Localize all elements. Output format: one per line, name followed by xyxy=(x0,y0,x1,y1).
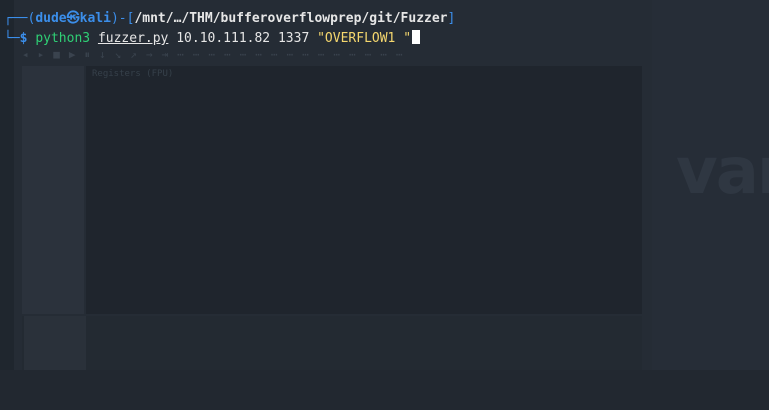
prompt-host: kali xyxy=(79,11,111,26)
stack-address-column xyxy=(24,316,86,370)
prompt-symbol: $ xyxy=(19,31,28,46)
registers-pane: Registers (FPU) xyxy=(86,66,642,314)
registers-pane-title: Registers (FPU) xyxy=(92,69,174,79)
command-file: fuzzer.py xyxy=(97,31,169,46)
prompt-corner: ┌──( xyxy=(4,11,36,26)
prompt-line: ┌──(dude㉿kali)-[/mnt/…/THM/bufferoverflo… xyxy=(4,11,455,27)
command-port: 1337 xyxy=(277,31,310,46)
debugger-toolbar: ◂ ▸ ■ ▶ ⏸ ↓ ↘ ↗ → ⇥ ⋯ ⋯ ⋯ ⋯ ⋯ ⋯ ⋯ ⋯ ⋯ ⋯ ⋯ ⋯ ⋯ ⋯ ⋯ xyxy=(22,48,403,61)
command-payload: "OVERFLOW1 " xyxy=(317,31,412,46)
taskbar-area xyxy=(0,370,769,410)
stack-pane xyxy=(22,316,642,370)
command-ip: 10.10.111.82 xyxy=(176,31,271,46)
prompt-path: /mnt/…/THM/bufferoverflowprep/git/Fuzzer xyxy=(134,11,448,26)
prompt-corner-bottom: └─ xyxy=(4,31,20,46)
command-program: python3 xyxy=(35,31,91,46)
text-cursor[interactable] xyxy=(412,30,421,44)
prompt-user: dude xyxy=(35,11,67,26)
prompt-bracket-close: ] xyxy=(447,11,456,26)
prompt-bracket-open: )-[ xyxy=(110,11,135,26)
background-logo: var xyxy=(676,135,769,209)
skull-icon: ㉿ xyxy=(66,11,80,26)
disassembly-pane xyxy=(22,66,84,314)
command-line[interactable]: └─$ python3 fuzzer.py 10.10.111.82 1337 … xyxy=(4,30,421,47)
